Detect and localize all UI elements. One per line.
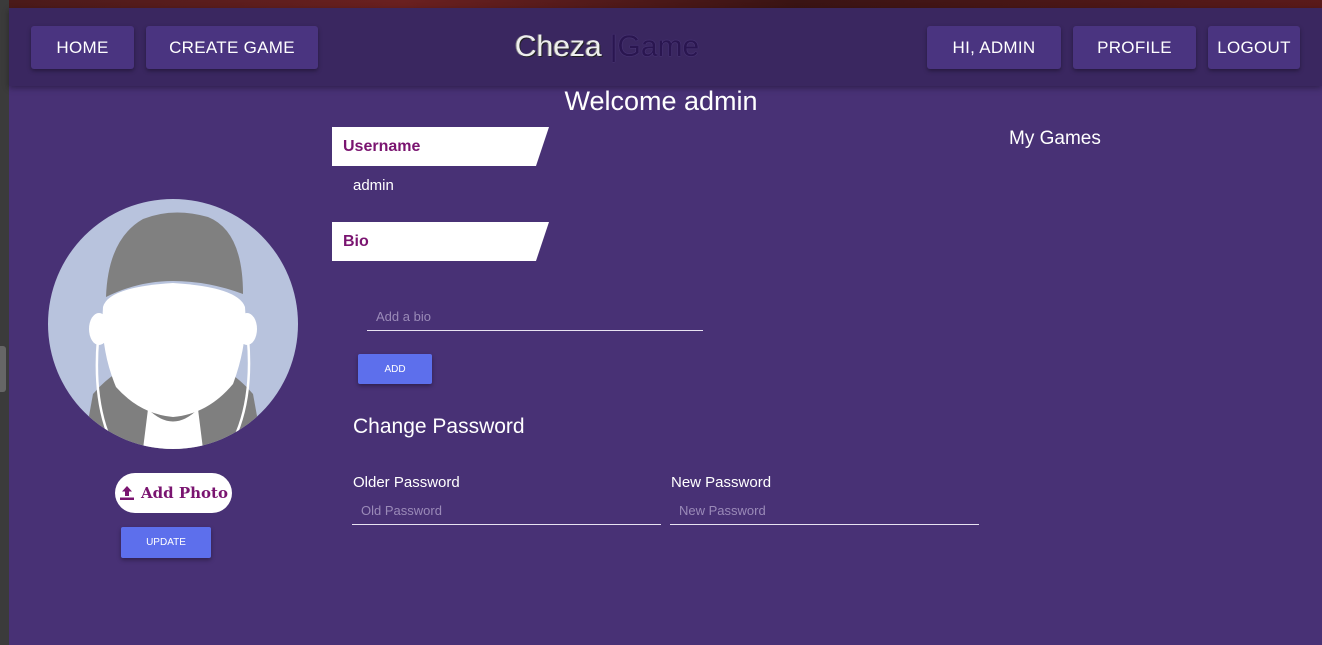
avatar <box>48 199 298 449</box>
new-password-input[interactable] <box>670 497 979 525</box>
nav-create-game-button[interactable]: CREATE GAME <box>146 26 318 69</box>
nav-logout-button[interactable]: LOGOUT <box>1208 26 1300 69</box>
change-password-title: Change Password <box>353 415 525 438</box>
nav-greeting-button[interactable]: HI, ADMIN <box>927 26 1061 69</box>
add-bio-button[interactable]: ADD <box>358 354 432 384</box>
brand-name: Cheza <box>515 30 602 63</box>
older-password-label: Older Password <box>353 474 460 491</box>
nav-home-button[interactable]: HOME <box>31 26 134 69</box>
update-photo-button[interactable]: UPDATE <box>121 527 211 558</box>
avatar-placeholder-icon <box>83 212 263 449</box>
brand-suffix: |Game <box>609 30 700 63</box>
bio-input[interactable] <box>367 303 703 331</box>
add-photo-button[interactable]: Add Photo <box>115 473 232 513</box>
add-photo-label: Add Photo <box>141 484 228 502</box>
username-heading: Username <box>332 127 549 166</box>
brand-logo[interactable]: Cheza |Game <box>515 26 699 68</box>
top-navbar: HOME CREATE GAME Cheza |Game HI, ADMIN P… <box>9 8 1322 86</box>
username-value: admin <box>353 177 394 194</box>
bio-heading: Bio <box>332 222 549 261</box>
my-games-title: My Games <box>1009 128 1101 149</box>
nav-profile-button[interactable]: PROFILE <box>1073 26 1196 69</box>
top-banner-strip <box>9 0 1322 8</box>
page-title: Welcome admin <box>564 86 758 116</box>
new-password-label: New Password <box>671 474 772 491</box>
upload-icon <box>120 486 135 500</box>
old-password-input[interactable] <box>352 497 661 525</box>
window-resize-handle[interactable] <box>0 346 6 392</box>
